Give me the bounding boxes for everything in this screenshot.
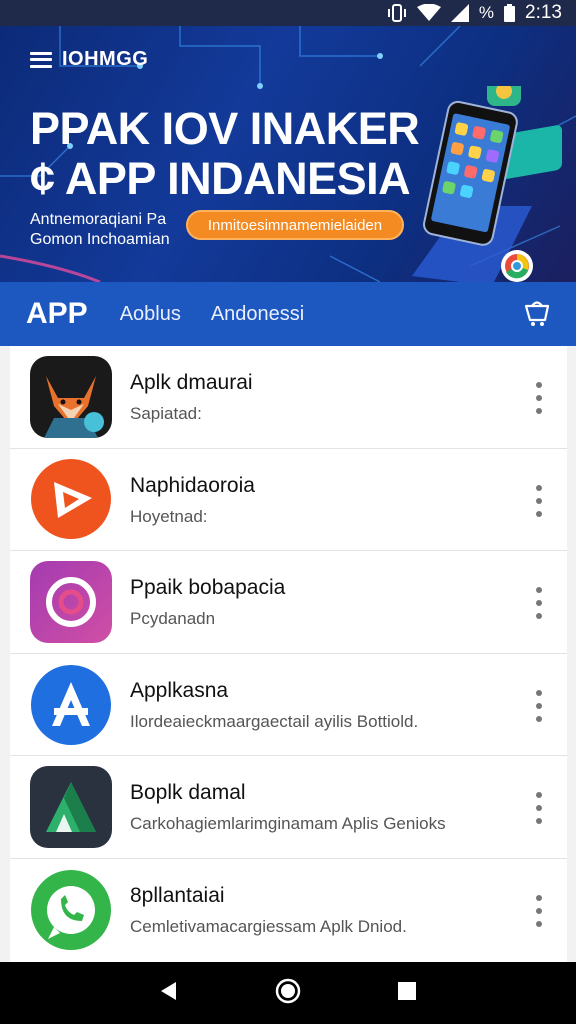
cart-icon[interactable] [522, 298, 552, 333]
battery-icon [504, 4, 516, 22]
more-options-icon[interactable] [529, 484, 549, 517]
phone-illustration [412, 86, 562, 282]
more-options-icon[interactable] [529, 792, 549, 825]
app-name: Aplk dmaurai [130, 371, 253, 394]
subtext-line-1: Antnemoraqiani Pa [30, 211, 167, 228]
app-subtitle: Carkohagiemlarimginamam Aplis Genioks [130, 814, 446, 834]
status-bar: % 2:13 [0, 0, 576, 26]
menu-icon[interactable] [30, 51, 52, 68]
home-icon[interactable] [275, 978, 301, 1009]
list-item[interactable]: Naphidaoroia Hoyetnad: [10, 449, 567, 552]
app-subtitle: Hoyetnad: [130, 506, 208, 526]
list-item[interactable]: Boplk damal Carkohagiemlarimginamam Apli… [10, 756, 567, 859]
banner-subtext: Antnemoraqiani Pa Gomon Inchoamian [30, 210, 170, 250]
banner-headline: PPAK IOV INAKER ¢ APP INDANESIA [30, 103, 420, 204]
list-item[interactable]: Ppaik bobapacia Pcydanadn [10, 551, 567, 654]
app-subtitle: Cemletivamacargiessam Aplk Dniod. [130, 916, 407, 936]
app-name: Applkasna [130, 678, 229, 702]
app-name: 8pllantaiai [130, 883, 225, 907]
ring-app-icon [30, 560, 112, 643]
app-name: Naphidaoroia [130, 473, 255, 497]
headline-line-2: ¢ APP INDANESIA [30, 153, 411, 204]
list-item[interactable]: Aplk dmaurai Sapiatad: [10, 346, 567, 449]
subtext-line-2: Gomon Inchoamian [30, 231, 170, 248]
app-subtitle: Sapiatad: [130, 404, 202, 423]
app-name: Boplk damal [130, 781, 246, 805]
app-subtitle: Pcydanadn [130, 609, 216, 629]
back-icon[interactable] [158, 980, 180, 1007]
triangle-app-icon [30, 766, 112, 849]
recents-icon[interactable] [396, 980, 418, 1007]
app-subtitle: Ilordeaieckmaargaectail ayilis Bottiold. [130, 711, 419, 731]
more-options-icon[interactable] [529, 894, 549, 927]
phone-app-icon [30, 869, 112, 951]
clock: 2:13 [525, 2, 562, 23]
a-letter-app-icon [30, 664, 112, 746]
app-list: Aplk dmaurai Sapiatad: Naphidaoroia Hoye… [10, 346, 567, 962]
more-options-icon[interactable] [529, 382, 549, 414]
tab-app[interactable]: APP [26, 297, 88, 331]
list-item[interactable]: Applkasna Ilordeaieckmaargaectail ayilis… [10, 654, 567, 757]
fox-app-icon [30, 355, 112, 438]
tab-aoblus[interactable]: Aoblus [120, 303, 181, 326]
signal-icon [450, 4, 469, 22]
brand-logo: IOHMGG [30, 48, 148, 71]
battery-label: % [478, 3, 495, 22]
list-item[interactable]: 8pllantaiai Cemletivamacargiessam Aplk D… [10, 859, 567, 962]
play-app-icon [30, 458, 112, 540]
tab-bar: APP Aoblus Andonessi [0, 282, 576, 346]
more-options-icon[interactable] [529, 689, 549, 722]
navigation-bar [0, 962, 576, 1024]
brand-name: IOHMGG [62, 48, 149, 70]
headline-line-1: PPAK IOV INAKER [30, 103, 420, 154]
hero-banner: IOHMGG PPAK IOV INAKER ¢ APP INDANESIA A… [0, 26, 576, 282]
cta-button[interactable]: Inmitoesimnamemielaiden [186, 210, 404, 240]
more-options-icon[interactable] [529, 587, 549, 620]
app-name: Ppaik bobapacia [130, 576, 286, 600]
tab-andonessi[interactable]: Andonessi [211, 303, 304, 326]
vibrate-icon [387, 4, 407, 22]
wifi-icon [416, 4, 441, 22]
